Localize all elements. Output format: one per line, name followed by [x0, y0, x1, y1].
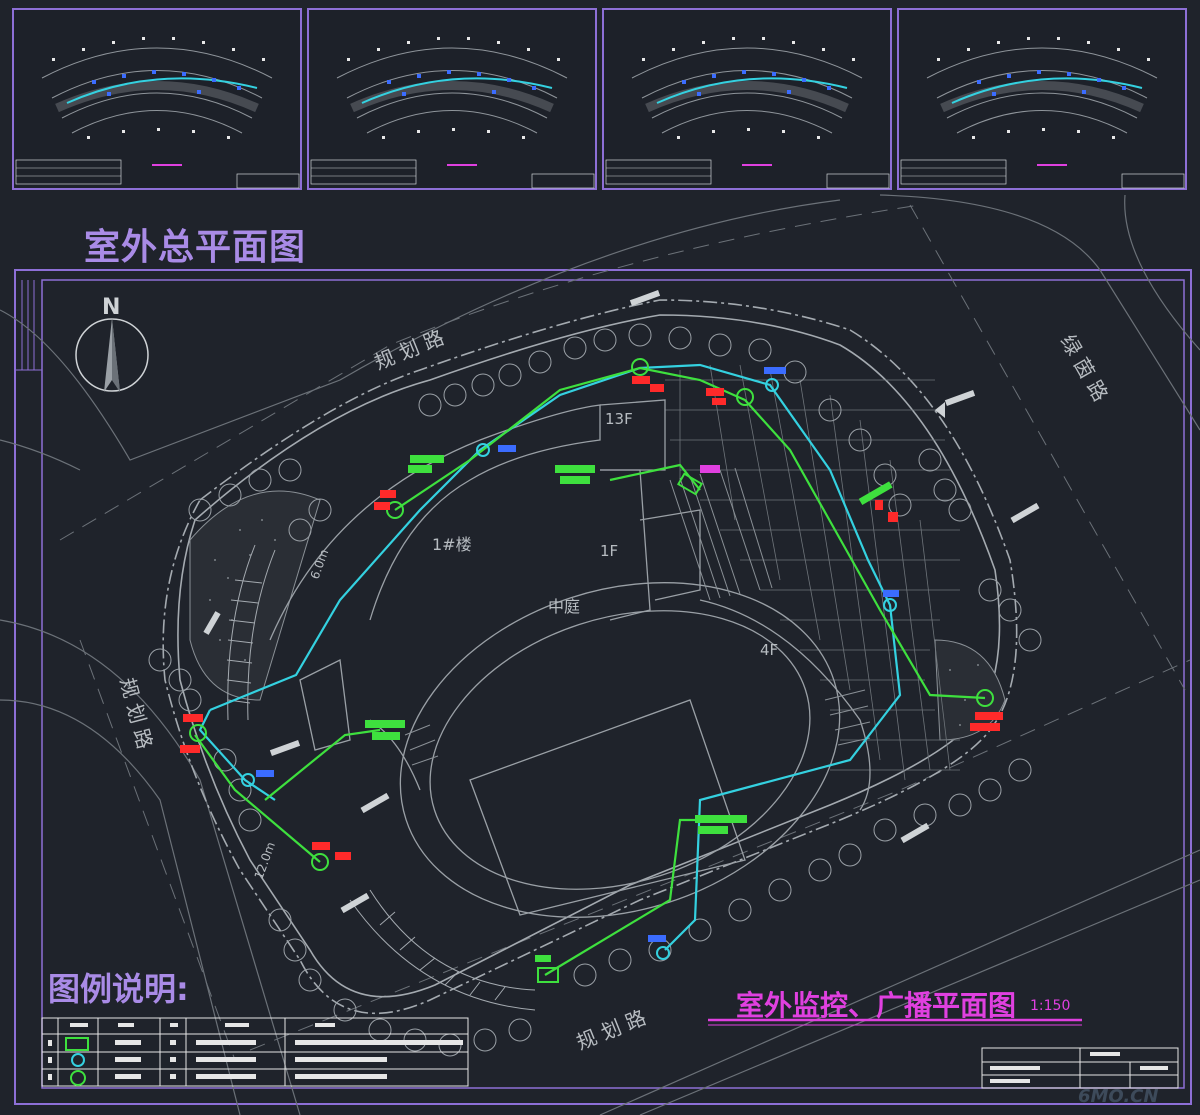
device-tags [180, 367, 1003, 962]
frame-side-strip [15, 280, 42, 371]
ramp-stripes [404, 467, 871, 766]
site-plan-drawing: N 规 划 路 绿 茵 路 规 划 路 规 划 路 1#楼 13F 1F 4F … [0, 194, 1200, 1115]
floor-13-label: 13F [605, 410, 633, 428]
outer-frame [14, 269, 1192, 1105]
courtyard-label: 中庭 [548, 597, 580, 616]
drawing-title: 室外监控、广播平面图 [736, 989, 1017, 1022]
floor-1-label: 1F [600, 542, 618, 560]
drawing-scale: 1:150 [1030, 998, 1071, 1014]
road-label-left: 规 划 路 [115, 675, 157, 751]
courtyard [399, 582, 841, 918]
legend-heading: 图例说明: [48, 970, 189, 1008]
floor-4-label: 4F [760, 641, 778, 659]
north-arrow-icon [75, 318, 149, 392]
broadcast-cable-route [194, 734, 321, 863]
road-label-top: 规 划 路 [371, 325, 447, 374]
road-label-right: 绿 茵 路 [1056, 331, 1113, 406]
building-label: 1#楼 [432, 535, 472, 554]
plaza-grid [665, 364, 960, 781]
dimension-12m: 12.0m [252, 840, 278, 881]
dimension-6m: 6.0m [308, 547, 332, 581]
watermark: 6MO.CN [1078, 1086, 1159, 1107]
road-label-bottom: 规 划 路 [573, 1005, 649, 1054]
surveillance-cable-route [209, 363, 902, 951]
north-label: N [102, 295, 120, 320]
